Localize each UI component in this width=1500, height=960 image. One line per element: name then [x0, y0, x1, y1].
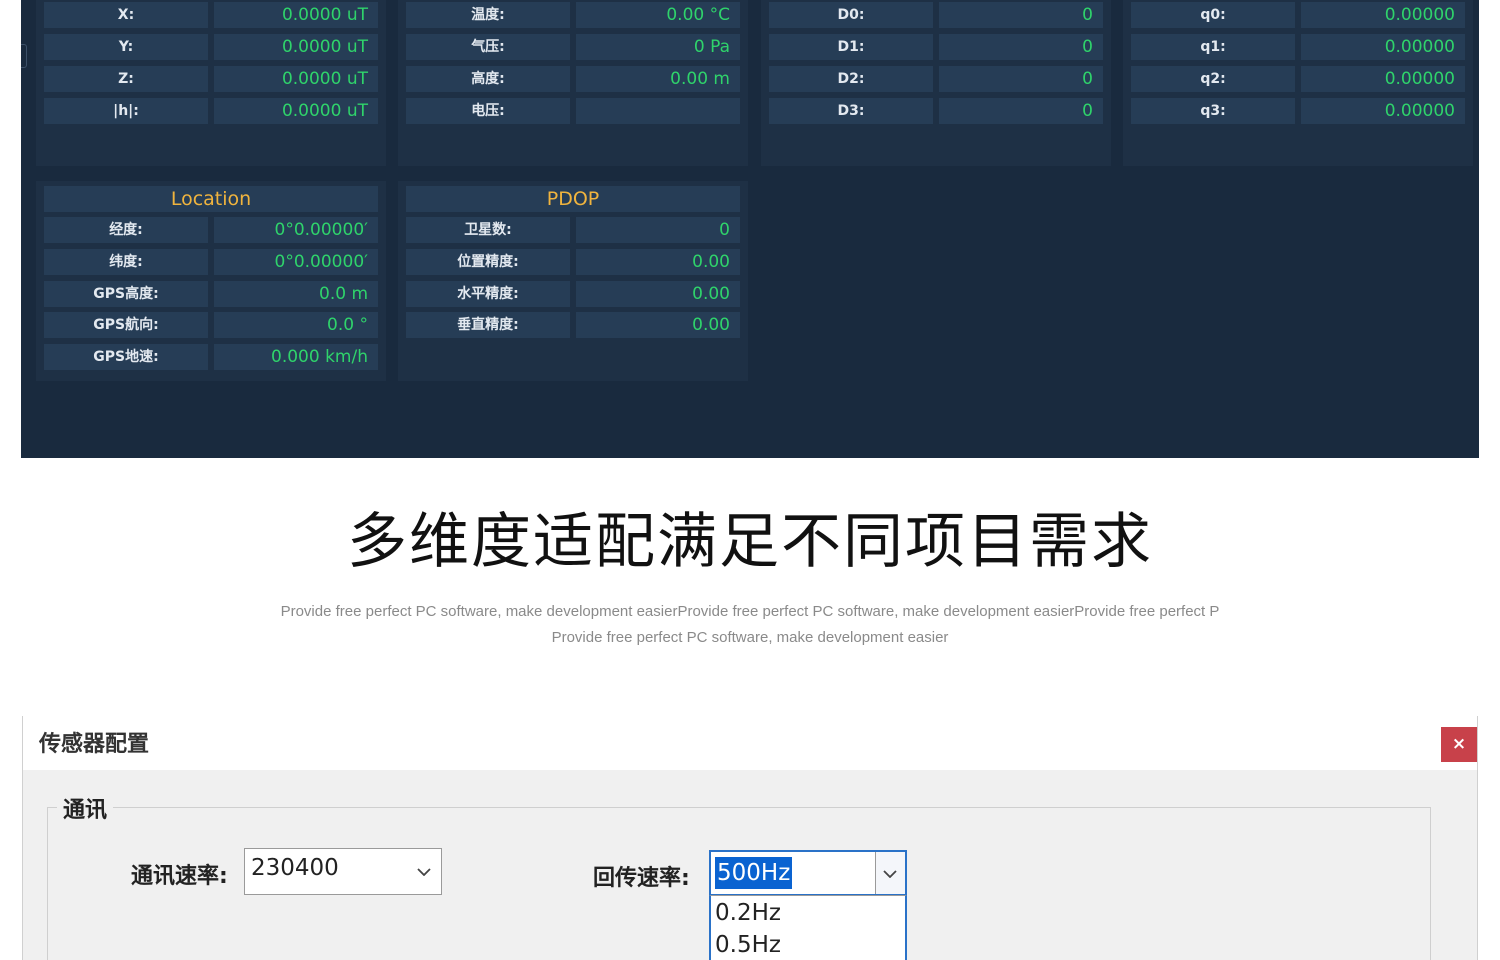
quat-value: 0.00000 [1301, 66, 1465, 92]
mag-label: Y: [44, 34, 208, 60]
baud-rate-select[interactable]: 230400 [244, 848, 442, 895]
port-label: D0: [769, 2, 933, 28]
report-rate-value: 500Hz [715, 857, 793, 889]
dialog-title: 传感器配置 [39, 732, 150, 757]
quat-label: q0: [1131, 2, 1295, 28]
report-rate-dropdown-button[interactable] [875, 852, 905, 894]
location-label: 纬度: [44, 249, 208, 275]
mag-label: |h|: [44, 98, 208, 124]
location-value: 0°0.00000′ [214, 217, 378, 243]
quat-label: q1: [1131, 34, 1295, 60]
location-label: 经度: [44, 217, 208, 243]
env-label: 气压: [406, 34, 570, 60]
pdop-label: 位置精度: [406, 249, 570, 275]
port-value: 0 [939, 2, 1103, 28]
pdop-value: 0.00 [576, 312, 740, 338]
communication-group-title: 通讯 [57, 792, 114, 824]
report-rate-dropdown-list: 0.2Hz 0.5Hz [709, 895, 907, 960]
location-value: 0.000 km/h [214, 344, 378, 370]
env-label: 高度: [406, 66, 570, 92]
env-label: 温度: [406, 2, 570, 28]
port-label: D2: [769, 66, 933, 92]
pdop-header: PDOP [406, 186, 740, 212]
baud-rate-label: 通讯速率: [131, 864, 228, 889]
port-value: 0 [939, 66, 1103, 92]
slogan-title: 多维度适配满足不同项目需求 [347, 507, 1153, 577]
pdop-label: 卫星数: [406, 217, 570, 243]
env-value: 0.00 m [576, 66, 740, 92]
location-label: GPS高度: [44, 281, 208, 307]
dialog-body: 通讯 通讯速率: 230400 回传速率: 500Hz 0.2Hz 0.5Hz [23, 770, 1477, 960]
mag-value: 0.0000 uT [214, 98, 378, 124]
mag-value: 0.0000 uT [214, 2, 378, 28]
baud-rate-value: 230400 [251, 855, 339, 881]
pdop-value: 0.00 [576, 249, 740, 275]
location-value: 0°0.00000′ [214, 249, 378, 275]
port-value: 0 [939, 98, 1103, 124]
quat-value: 0.00000 [1301, 34, 1465, 60]
env-label: 电压: [406, 98, 570, 124]
quat-value: 0.00000 [1301, 98, 1465, 124]
side-scroll-tab[interactable] [21, 44, 27, 68]
location-label: GPS地速: [44, 344, 208, 370]
env-value: 0 Pa [576, 34, 740, 60]
pdop-value: 0 [576, 217, 740, 243]
report-rate-select[interactable]: 500Hz [709, 850, 907, 896]
location-value: 0.0 m [214, 281, 378, 307]
quat-label: q2: [1131, 66, 1295, 92]
port-value: 0 [939, 34, 1103, 60]
chevron-down-icon [883, 870, 897, 878]
location-label: GPS航向: [44, 312, 208, 338]
mag-value: 0.0000 uT [214, 66, 378, 92]
slogan-subtitle-line2: Provide free perfect PC software, make d… [551, 629, 949, 646]
mag-value: 0.0000 uT [214, 34, 378, 60]
report-rate-option[interactable]: 0.2Hz [715, 900, 781, 926]
port-label: D1: [769, 34, 933, 60]
quat-value: 0.00000 [1301, 2, 1465, 28]
pdop-label: 垂直精度: [406, 312, 570, 338]
location-value: 0.0 ° [214, 312, 378, 338]
sensor-config-dialog: 传感器配置 × 通讯 通讯速率: 230400 回传速率: 500Hz 0.2H… [22, 716, 1478, 960]
report-rate-option[interactable]: 0.5Hz [715, 932, 781, 958]
mag-label: X: [44, 2, 208, 28]
close-button[interactable]: × [1441, 727, 1477, 762]
port-label: D3: [769, 98, 933, 124]
quat-label: q3: [1131, 98, 1295, 124]
chevron-down-icon [417, 868, 431, 876]
location-header: Location [44, 186, 378, 212]
env-value: 0.00 °C [576, 2, 740, 28]
report-rate-label: 回传速率: [593, 866, 690, 891]
env-value [576, 98, 740, 124]
pdop-value: 0.00 [576, 281, 740, 307]
mag-label: Z: [44, 66, 208, 92]
slogan-subtitle-line1: Provide free perfect PC software, make d… [280, 603, 1220, 620]
pdop-label: 水平精度: [406, 281, 570, 307]
